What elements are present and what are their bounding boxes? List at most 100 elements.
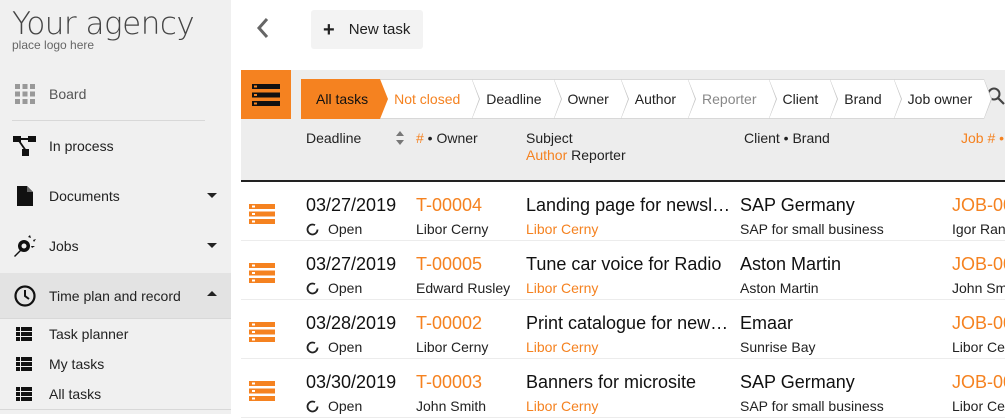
column-header-client-brand[interactable]: Client • Brand [744, 130, 830, 146]
task-id-link[interactable]: T-00003 [416, 372, 482, 393]
task-status: Open [306, 398, 362, 414]
status-open-icon [306, 223, 319, 235]
task-job-link[interactable]: JOB-00 [952, 313, 1005, 334]
task-job-owner: Libor Ce [952, 398, 1005, 414]
task-subject[interactable]: Tune car voice for Radio [526, 254, 731, 275]
column-header-job[interactable]: Job # • [961, 130, 1004, 146]
sidebar-item-documents[interactable]: Documents [0, 173, 231, 219]
filter-not-closed[interactable]: Not closed [380, 79, 481, 119]
task-status: Open [306, 339, 362, 355]
task-job-owner: John Sm [952, 280, 1005, 296]
task-client: Aston Martin [740, 254, 842, 274]
task-subject[interactable]: Print catalogue for new products [526, 313, 731, 334]
sidebar-item-in-process[interactable]: In process [0, 123, 231, 169]
filter-brand[interactable]: Brand [830, 79, 903, 119]
task-id-link[interactable]: T-00005 [416, 254, 482, 275]
task-id-link[interactable]: T-00004 [416, 195, 482, 216]
column-header-author-reporter[interactable]: Author Reporter [526, 147, 626, 163]
status-open-icon [306, 400, 319, 412]
task-job-owner: Igor Ran [952, 221, 1005, 237]
task-deadline: 03/27/2019 [306, 254, 397, 274]
task-author[interactable]: Libor Cerny [526, 280, 598, 296]
column-header-id-owner[interactable]: # • Owner [416, 130, 478, 146]
task-job-link[interactable]: JOB-00 [952, 372, 1005, 393]
filter-client[interactable]: Client [768, 79, 839, 119]
collapse-sidebar-button[interactable] [254, 17, 272, 39]
column-header-job-label: Job # • [961, 130, 1005, 146]
column-header-deadline[interactable]: Deadline [306, 130, 361, 146]
table-row[interactable]: 03/30/2019 Open T-00003 John Smith Banne… [241, 359, 1005, 418]
task-subject[interactable]: Banners for microsite [526, 372, 731, 393]
new-task-label: New task [348, 21, 411, 38]
sidebar-item-board[interactable]: Board [0, 71, 231, 117]
filter-owner[interactable]: Owner [553, 79, 630, 119]
task-status-label: Open [328, 280, 363, 296]
column-header-subject[interactable]: Subject [526, 130, 573, 146]
status-open-icon [306, 341, 319, 353]
sidebar-item-time-plan[interactable]: Time plan and record [0, 273, 231, 319]
task-icon[interactable] [249, 263, 275, 283]
chevron-up-icon [207, 291, 217, 296]
task-id-link[interactable]: T-00002 [416, 313, 482, 334]
sidebar-item-label: Board [49, 86, 87, 102]
sidebar-item-jobs[interactable]: Jobs [0, 223, 231, 269]
task-job-owner: Libor Ce [952, 339, 1005, 355]
list-menu-icon [252, 83, 280, 106]
task-status-label: Open [328, 398, 363, 414]
table-row[interactable]: 03/28/2019 Open T-00002 Libor Cerny Prin… [241, 300, 1005, 359]
sidebar-subitem-my-tasks[interactable]: My tasks [0, 349, 231, 379]
task-brand: Aston Martin [740, 280, 819, 296]
task-job-link[interactable]: JOB-00 [952, 254, 1005, 275]
column-header-author: Author [526, 147, 568, 163]
task-brand: SAP for small business [740, 221, 884, 237]
sidebar-item-label: Time plan and record [49, 288, 181, 304]
task-owner: Libor Cerny [416, 339, 489, 355]
task-icon[interactable] [249, 322, 275, 342]
column-header-owner: • Owner [423, 130, 478, 146]
list-icon [16, 387, 32, 401]
task-brand: SAP for small business [740, 398, 884, 414]
logo[interactable]: Your agency place logo here [12, 6, 195, 52]
new-task-button[interactable]: + New task [311, 10, 423, 49]
task-icon[interactable] [249, 381, 275, 401]
table-row[interactable]: 03/27/2019 Open T-00005 Edward Rusley Tu… [241, 241, 1005, 300]
sidebar-item-label: Jobs [49, 238, 79, 254]
filter-all-tasks[interactable]: All tasks [301, 79, 389, 119]
sort-icon[interactable] [396, 131, 404, 145]
task-status: Open [306, 221, 362, 237]
task-client: Emaar [740, 313, 794, 333]
task-subject[interactable]: Landing page for newsletter [526, 195, 731, 216]
task-author[interactable]: Libor Cerny [526, 339, 598, 355]
list-header: All tasks Not closed Deadline Owner Auth… [241, 70, 1005, 180]
table-row[interactable]: 03/27/2019 Open T-00004 Libor Cerny Land… [241, 182, 1005, 241]
task-deadline: 03/27/2019 [306, 195, 397, 215]
chevron-left-icon [256, 18, 269, 38]
sidebar-subitem-all-tasks[interactable]: All tasks [0, 379, 231, 409]
list-menu-button[interactable] [241, 70, 291, 119]
filter-reporter[interactable]: Reporter [688, 79, 778, 119]
list-icon [16, 327, 32, 341]
sidebar-subitem-task-planner[interactable]: Task planner [0, 319, 231, 349]
task-job-link[interactable]: JOB-00 [952, 195, 1005, 216]
task-owner: Edward Rusley [416, 280, 511, 296]
task-client: SAP Germany [740, 372, 855, 392]
divider [12, 120, 205, 121]
logo-title: Your agency [12, 6, 195, 42]
workflow-icon [12, 133, 38, 159]
grid-icon [12, 81, 38, 107]
sidebar-item-label: In process [49, 138, 114, 154]
task-owner: Libor Cerny [416, 221, 489, 237]
plus-icon: + [323, 18, 335, 41]
sidebar: Your agency place logo here Board In pro… [0, 0, 231, 414]
task-icon[interactable] [249, 204, 275, 224]
task-status: Open [306, 280, 362, 296]
filter-job-owner[interactable]: Job owner [893, 79, 992, 119]
task-deadline: 03/30/2019 [306, 372, 397, 392]
jobs-icon [12, 233, 38, 259]
filter-deadline[interactable]: Deadline [472, 79, 562, 119]
chevron-down-icon [207, 243, 217, 248]
list-icon [16, 357, 32, 371]
task-author[interactable]: Libor Cerny [526, 398, 598, 414]
task-author[interactable]: Libor Cerny [526, 221, 598, 237]
filter-author[interactable]: Author [620, 79, 697, 119]
